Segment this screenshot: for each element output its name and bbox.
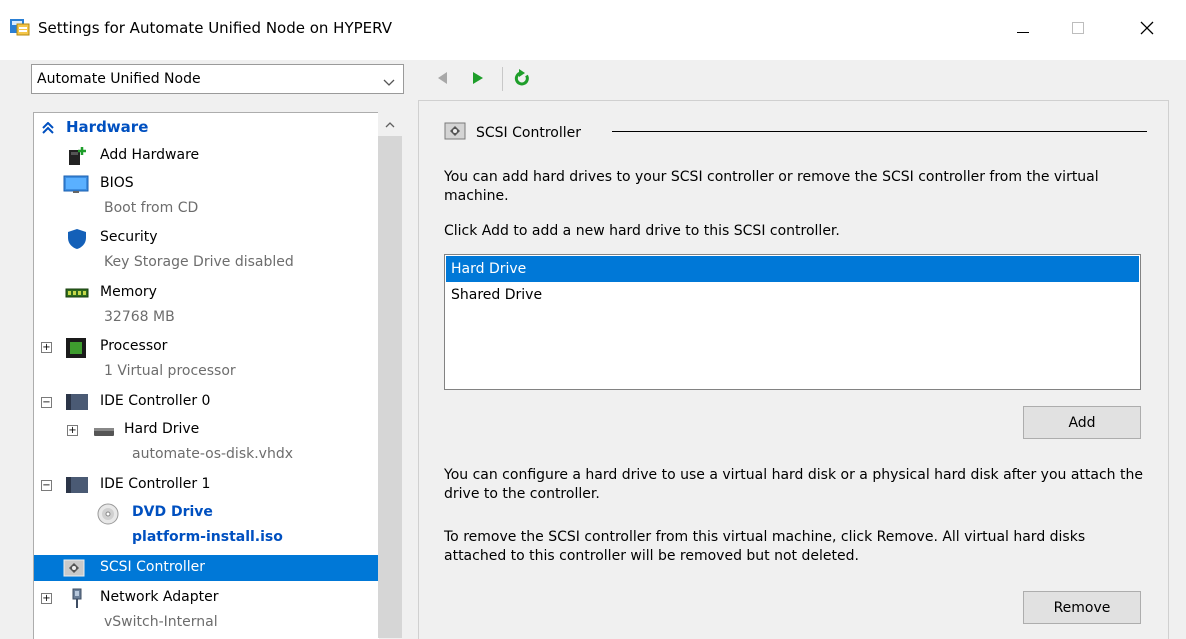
add-hardware-icon: [67, 146, 87, 166]
title-bar: Settings for Automate Unified Node on HY…: [0, 0, 1186, 60]
tree-item-memory[interactable]: Memory: [34, 280, 379, 306]
bios-icon: [63, 174, 89, 194]
collapse-icon[interactable]: −: [41, 480, 52, 491]
tree-item-add-hardware[interactable]: Add Hardware: [34, 143, 379, 169]
expand-icon[interactable]: +: [41, 342, 52, 353]
network-adapter-icon: [67, 588, 87, 608]
forward-button[interactable]: [467, 70, 489, 90]
tree-item-network-adapter-detail: vSwitch-Internal: [104, 614, 218, 630]
collapse-chevron-icon: [42, 121, 54, 138]
tree-scrollbar[interactable]: [378, 112, 402, 638]
tree-item-dvd-drive-detail: platform-install.iso: [132, 529, 283, 545]
dvd-icon: [97, 503, 119, 525]
processor-icon: [65, 337, 87, 358]
minimize-button[interactable]: [1000, 10, 1046, 50]
expand-icon[interactable]: +: [67, 425, 78, 436]
scroll-up-button[interactable]: [378, 112, 402, 136]
remove-button[interactable]: Remove: [1023, 591, 1141, 624]
maximize-icon: [1072, 22, 1084, 38]
drive-type-list[interactable]: Hard Drive Shared Drive: [444, 254, 1141, 390]
hardware-section-label: Hardware: [66, 118, 149, 136]
shield-icon: [67, 228, 87, 249]
panel-title: SCSI Controller: [476, 125, 581, 141]
tree-item-hard-drive-detail: automate-os-disk.vhdx: [132, 446, 294, 462]
chevron-up-icon: [385, 116, 395, 132]
refresh-icon: [514, 69, 530, 91]
hardware-tree: Hardware Add Hardware BIOS Boot from CD …: [33, 112, 379, 639]
tree-item-security[interactable]: Security: [34, 225, 379, 251]
tree-item-hard-drive[interactable]: + Hard Drive: [34, 417, 379, 443]
back-button[interactable]: [432, 70, 454, 90]
tree-item-dvd-drive[interactable]: DVD Drive: [34, 500, 379, 526]
tree-item-bios-detail: Boot from CD: [104, 200, 199, 216]
tree-item-bios[interactable]: BIOS: [34, 171, 379, 197]
close-icon: [1140, 21, 1154, 39]
tree-item-processor[interactable]: + Processor: [34, 334, 379, 360]
close-button[interactable]: [1124, 10, 1170, 50]
tree-item-network-adapter[interactable]: + Network Adapter: [34, 585, 379, 611]
scsi-controller-icon: [444, 122, 466, 144]
ide-controller-icon: [65, 392, 89, 412]
panel-remove-text: To remove the SCSI controller from this …: [444, 529, 1086, 564]
tree-item-scsi-controller[interactable]: SCSI Controller: [34, 555, 379, 581]
vm-selector-dropdown[interactable]: Automate Unified Node: [31, 64, 404, 94]
refresh-button[interactable]: [511, 69, 533, 91]
panel-header: SCSI Controller: [444, 122, 581, 144]
tree-item-security-detail: Key Storage Drive disabled: [104, 254, 294, 270]
expand-icon[interactable]: +: [41, 593, 52, 604]
chevron-down-icon: [383, 75, 395, 91]
panel-header-rule: [612, 131, 1147, 132]
back-arrow-icon: [438, 72, 448, 88]
collapse-icon[interactable]: −: [41, 397, 52, 408]
toolbar-separator: [502, 67, 503, 91]
tree-item-memory-detail: 32768 MB: [104, 309, 175, 325]
list-item-hard-drive[interactable]: Hard Drive: [446, 256, 1139, 282]
tree-item-processor-detail: 1 Virtual processor: [104, 363, 236, 379]
scsi-controller-icon: [63, 558, 85, 578]
minimize-icon: [1017, 22, 1029, 38]
panel-intro-text: You can add hard drives to your SCSI con…: [444, 169, 1099, 204]
ide-controller-icon: [65, 475, 89, 495]
memory-icon: [65, 283, 89, 303]
hard-drive-icon: [92, 420, 116, 440]
window-title: Settings for Automate Unified Node on HY…: [38, 19, 393, 37]
forward-arrow-icon: [473, 72, 483, 88]
hardware-section-header[interactable]: Hardware: [34, 117, 379, 139]
maximize-button[interactable]: [1055, 10, 1101, 50]
settings-app-icon: [10, 18, 30, 36]
panel-configure-text: You can configure a hard drive to use a …: [444, 467, 1143, 502]
tree-item-ide-controller-0[interactable]: − IDE Controller 0: [34, 389, 379, 415]
panel-instruction-text: Click Add to add a new hard drive to thi…: [444, 223, 840, 239]
list-item-shared-drive[interactable]: Shared Drive: [446, 282, 1139, 308]
tree-item-ide-controller-1[interactable]: − IDE Controller 1: [34, 472, 379, 498]
vm-selector-value: Automate Unified Node: [37, 71, 201, 87]
add-button[interactable]: Add: [1023, 406, 1141, 439]
